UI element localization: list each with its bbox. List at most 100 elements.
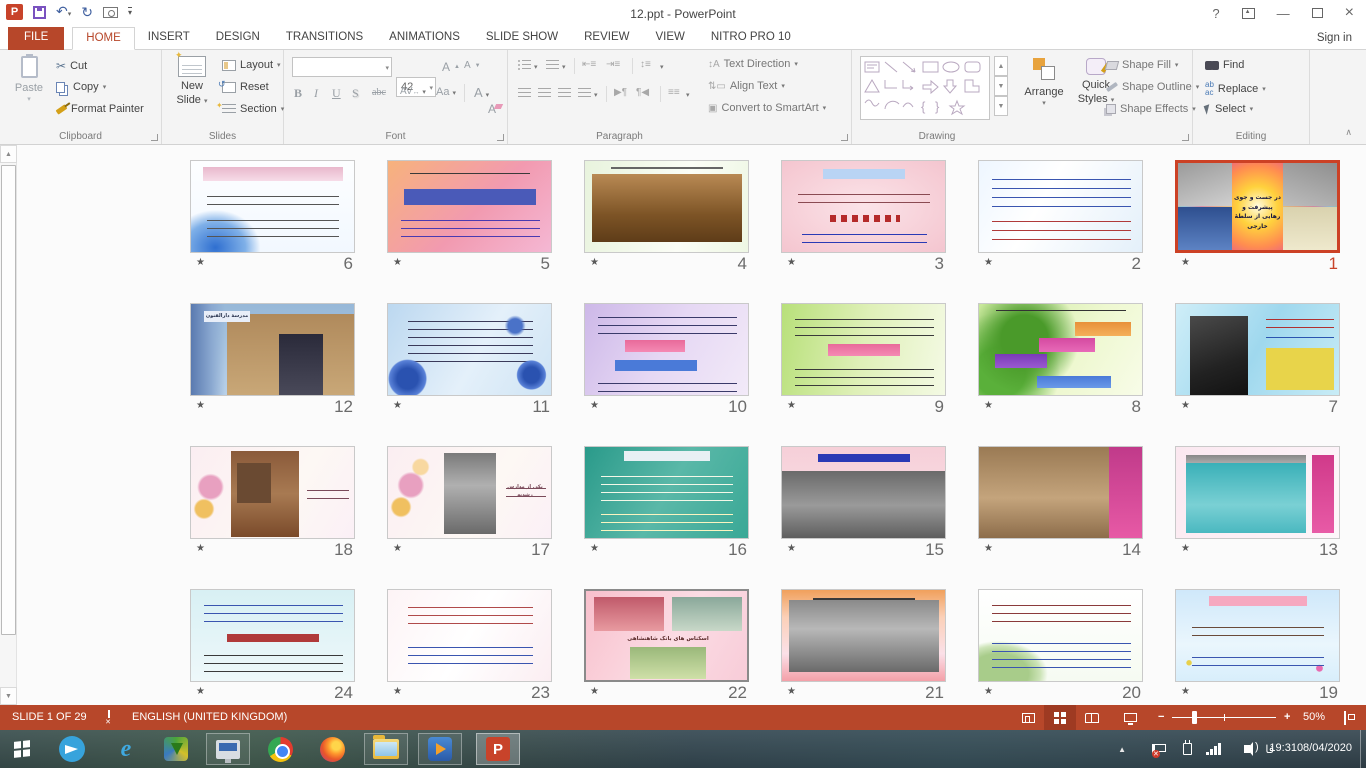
reset-button[interactable]: Reset bbox=[222, 81, 269, 93]
line-spacing-icon[interactable]: ↕≡ bbox=[640, 59, 651, 70]
increase-font-size-button[interactable]: A▲ bbox=[442, 60, 460, 74]
shape-effects-button[interactable]: Shape Effects▾ bbox=[1106, 103, 1196, 115]
taskbar-firefox-button[interactable] bbox=[310, 733, 354, 765]
slide-thumbnail[interactable] bbox=[387, 160, 552, 253]
numbering-icon[interactable] bbox=[546, 60, 559, 71]
tab-review[interactable]: REVIEW bbox=[571, 27, 642, 50]
arrange-button[interactable]: Arrange ▾ bbox=[1018, 58, 1070, 109]
slide-thumbnail[interactable] bbox=[978, 303, 1143, 396]
slide-thumbnail[interactable] bbox=[387, 303, 552, 396]
taskbar-media-player-button[interactable] bbox=[418, 733, 462, 765]
bold-button[interactable]: B bbox=[294, 86, 302, 101]
taskbar-file-explorer-button[interactable] bbox=[364, 733, 408, 765]
select-button[interactable]: Select▾ bbox=[1205, 103, 1253, 115]
zoom-out-button[interactable]: − bbox=[1158, 711, 1164, 723]
scroll-up-icon[interactable]: ▲ bbox=[0, 145, 17, 163]
slide-thumbnail[interactable] bbox=[1175, 446, 1340, 539]
tab-transitions[interactable]: TRANSITIONS bbox=[273, 27, 376, 50]
clock[interactable]: 19:31 08/04/2020 bbox=[1269, 730, 1352, 768]
shape-fill-button[interactable]: Shape Fill▾ bbox=[1106, 59, 1178, 71]
slide-thumbnail[interactable]: در جست و جوی پیشرفت و رهایی از سلطهٔ خار… bbox=[1175, 160, 1340, 253]
align-left-icon[interactable] bbox=[518, 88, 531, 99]
normal-view-button[interactable] bbox=[1012, 705, 1044, 730]
collapse-ribbon-icon[interactable]: ∧ bbox=[1345, 127, 1352, 138]
layout-button[interactable]: Layout▾ bbox=[222, 59, 281, 71]
slide-thumbnail[interactable] bbox=[190, 589, 355, 682]
replace-button[interactable]: abacReplace▾ bbox=[1205, 81, 1266, 97]
fit-slide-to-window-icon[interactable] bbox=[1344, 711, 1346, 725]
align-center-icon[interactable] bbox=[538, 88, 551, 99]
decrease-indent-icon[interactable]: ⇤≡ bbox=[582, 59, 596, 70]
cut-button[interactable]: ✂Cut bbox=[56, 59, 87, 73]
tab-design[interactable]: DESIGN bbox=[203, 27, 273, 50]
increase-indent-icon[interactable]: ⇥≡ bbox=[606, 59, 620, 70]
slide-thumbnail[interactable]: یکی از مدارس رشدیه bbox=[387, 446, 552, 539]
clipboard-dialog-launcher-icon[interactable] bbox=[151, 134, 158, 141]
shapes-more-icon[interactable]: ▼ bbox=[994, 96, 1008, 116]
shapes-gallery[interactable]: { } bbox=[860, 56, 990, 120]
align-right-icon[interactable] bbox=[558, 88, 571, 99]
sign-in-link[interactable]: Sign in bbox=[1317, 32, 1352, 44]
zoom-slider-thumb[interactable] bbox=[1192, 711, 1197, 724]
minimize-icon[interactable]: — bbox=[1277, 6, 1290, 21]
slide-thumbnail[interactable] bbox=[584, 303, 749, 396]
taskbar-chrome-button[interactable] bbox=[258, 733, 302, 765]
tab-animations[interactable]: ANIMATIONS bbox=[376, 27, 473, 50]
slide-show-button[interactable] bbox=[1114, 705, 1146, 730]
tab-nitro-pro[interactable]: NITRO PRO 10 bbox=[698, 27, 804, 50]
slide-thumbnail[interactable] bbox=[584, 160, 749, 253]
zoom-level-label[interactable]: 50% bbox=[1303, 711, 1325, 723]
slide-sorter-view-button[interactable] bbox=[1044, 705, 1076, 730]
underline-button[interactable]: U bbox=[332, 86, 341, 101]
new-slide-button[interactable]: New Slide ▾ bbox=[168, 56, 216, 108]
paragraph-dialog-launcher-icon[interactable] bbox=[841, 134, 848, 141]
text-direction-button[interactable]: ↕AText Direction▾ bbox=[708, 58, 798, 70]
tab-home[interactable]: HOME bbox=[72, 27, 135, 50]
volume-icon[interactable] bbox=[1244, 730, 1250, 768]
columns-icon[interactable]: ≡≡ bbox=[668, 87, 680, 98]
left-to-right-icon[interactable]: ▶¶ bbox=[614, 87, 627, 98]
slide-thumbnail[interactable] bbox=[978, 446, 1143, 539]
tab-view[interactable]: VIEW bbox=[642, 27, 697, 50]
show-hidden-icons-button[interactable]: ▲ bbox=[1118, 730, 1126, 768]
tab-slide-show[interactable]: SLIDE SHOW bbox=[473, 27, 571, 50]
taskbar-onscreen-keyboard-button[interactable] bbox=[206, 733, 250, 765]
start-button[interactable] bbox=[0, 733, 44, 765]
taskbar-download-manager-button[interactable] bbox=[154, 733, 198, 765]
italic-button[interactable]: I bbox=[314, 86, 318, 101]
reading-view-button[interactable] bbox=[1076, 705, 1108, 730]
restore-icon[interactable] bbox=[1312, 8, 1323, 18]
strikethrough-button[interactable]: abc bbox=[372, 87, 386, 98]
taskbar-powerpoint-button[interactable]: P bbox=[476, 733, 520, 765]
slide-thumbnail[interactable] bbox=[387, 589, 552, 682]
taskbar-internet-explorer-button[interactable]: e bbox=[104, 733, 148, 765]
vertical-scrollbar[interactable]: ▲ ▼ bbox=[0, 145, 17, 705]
language-label[interactable]: ENGLISH (UNITED KINGDOM) bbox=[132, 711, 287, 723]
slide-thumbnail[interactable] bbox=[781, 446, 946, 539]
right-to-left-icon[interactable]: ¶◀ bbox=[636, 87, 649, 98]
close-icon[interactable]: × bbox=[1345, 4, 1354, 22]
section-button[interactable]: Section▾ bbox=[222, 103, 284, 115]
slide-thumbnail[interactable] bbox=[584, 446, 749, 539]
scroll-down-icon[interactable]: ▼ bbox=[0, 687, 17, 705]
character-spacing-button[interactable]: AV↔ ▾ bbox=[400, 86, 426, 97]
slide-thumbnail[interactable]: مدرسهٔ دارالفنون bbox=[190, 303, 355, 396]
align-text-button[interactable]: ⇅▭Align Text▾ bbox=[708, 80, 785, 92]
slide-thumbnail[interactable] bbox=[190, 446, 355, 539]
slide-thumbnail[interactable] bbox=[781, 589, 946, 682]
shapes-scroll-down-icon[interactable]: ▼ bbox=[994, 76, 1008, 96]
tab-insert[interactable]: INSERT bbox=[135, 27, 203, 50]
font-dialog-launcher-icon[interactable] bbox=[497, 134, 504, 141]
slide-thumbnail[interactable]: اسکناس های بانک شاهنشاهی bbox=[584, 589, 749, 682]
spell-check-icon[interactable] bbox=[108, 710, 110, 724]
help-icon[interactable]: ? bbox=[1212, 6, 1219, 21]
shape-outline-button[interactable]: Shape Outline▾ bbox=[1106, 81, 1199, 93]
clear-formatting-icon[interactable]: A bbox=[488, 102, 496, 116]
drawing-dialog-launcher-icon[interactable] bbox=[1182, 134, 1189, 141]
slide-thumbnail[interactable] bbox=[781, 303, 946, 396]
scrollbar-thumb[interactable] bbox=[1, 165, 16, 635]
convert-to-smartart-button[interactable]: ▣Convert to SmartArt▾ bbox=[708, 102, 826, 114]
slide-thumbnail[interactable] bbox=[1175, 303, 1340, 396]
shapes-scroll-up-icon[interactable]: ▲ bbox=[994, 56, 1008, 76]
justify-icon[interactable] bbox=[578, 88, 591, 99]
